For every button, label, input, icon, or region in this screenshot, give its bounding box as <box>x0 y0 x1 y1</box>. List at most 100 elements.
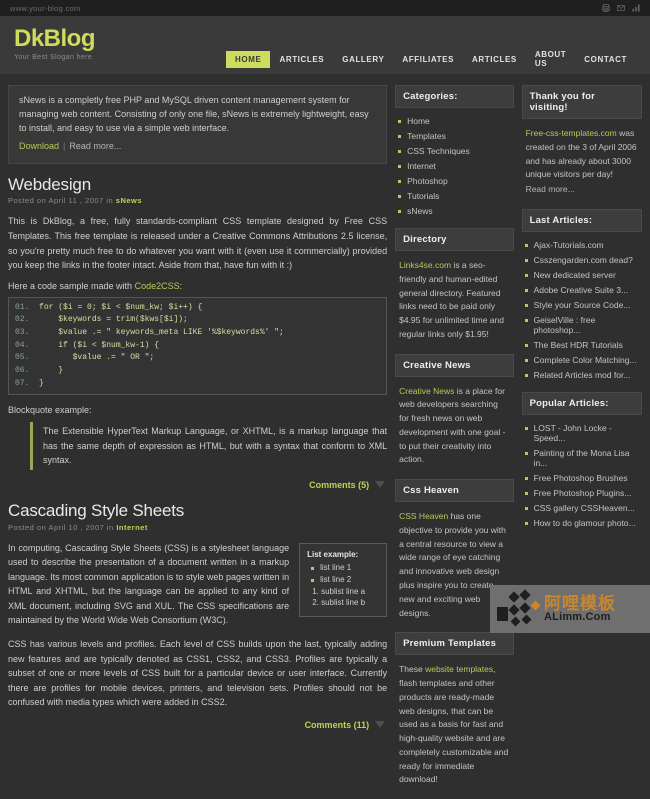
intro-text: sNews is a completly free PHP and MySQL … <box>19 95 369 133</box>
comments-bar[interactable]: Comments (5) <box>8 480 387 490</box>
premium-text-before: These <box>399 664 426 675</box>
nav-item-articles-1[interactable]: ARTICLES <box>270 51 333 68</box>
directory-link[interactable]: Links4se.com <box>399 260 451 270</box>
list-item[interactable]: Home <box>398 116 513 126</box>
watermark-text: 阿哩模板 ALimm.Com <box>544 595 616 623</box>
article-link[interactable]: The Best HDR Tutorials <box>534 340 623 350</box>
widget-directory: Directory Links4se.com is a seo-friendly… <box>395 228 514 342</box>
nav-item-contact-6[interactable]: CONTACT <box>575 51 636 68</box>
list-item[interactable]: Photoshop <box>398 176 513 186</box>
category-link[interactable]: Tutorials <box>407 191 439 201</box>
list-item[interactable]: CSS gallery CSSHeaven... <box>524 503 642 513</box>
article-link[interactable]: Free Photoshop Brushes <box>534 473 628 483</box>
article-link[interactable]: LOST - John Locke - Speed... <box>534 423 612 443</box>
post-webdesign: Webdesign Posted on April 11 , 2007 in s… <box>8 175 388 490</box>
list-item[interactable]: New dedicated server <box>524 270 642 280</box>
list-example-sublist: sublist line a sublist line b <box>307 587 379 607</box>
category-link[interactable]: sNews <box>407 206 433 216</box>
list-item[interactable]: LOST - John Locke - Speed... <box>524 423 642 443</box>
article-link[interactable]: Free Photoshop Plugins... <box>534 488 632 498</box>
read-more-link[interactable]: Read more... <box>526 183 638 197</box>
list-item[interactable]: Ajax-Tutorials.com <box>524 240 642 250</box>
print-icon[interactable] <box>602 4 610 12</box>
category-list[interactable]: Home Templates CSS Techniques Internet Photo… <box>395 116 513 216</box>
code-line: 06. } <box>15 365 64 375</box>
creative-news-link[interactable]: Creative News <box>399 386 454 396</box>
category-link[interactable]: Internet <box>407 161 436 171</box>
list-item[interactable]: Free Photoshop Plugins... <box>524 488 642 498</box>
blockquote: The Extensible HyperText Markup Language… <box>30 422 387 470</box>
nav-item-articles-4[interactable]: ARTICLES <box>463 51 526 68</box>
rss-icon[interactable] <box>632 4 640 12</box>
article-link[interactable]: Related Articles mod for... <box>534 370 631 380</box>
list-item[interactable]: Painting of the Mona Lisa in... <box>524 448 642 468</box>
post-title[interactable]: Webdesign <box>8 175 387 195</box>
chevron-down-icon[interactable] <box>375 721 386 729</box>
free-css-templates-link[interactable]: Free-css-templates.com <box>526 128 617 138</box>
list-item[interactable]: Templates <box>398 131 513 141</box>
comments-count[interactable]: Comments (11) <box>305 720 370 730</box>
category-link[interactable]: Templates <box>407 131 446 141</box>
article-link[interactable]: New dedicated server <box>534 270 616 280</box>
nav-item-home[interactable]: HOME <box>226 50 271 68</box>
article-link[interactable]: How to do glamour photo... <box>534 518 636 528</box>
widget-text: Free-css-templates.com was created on th… <box>522 127 642 197</box>
post-meta: Posted on April 11 , 2007 in sNews <box>8 196 387 205</box>
list-item[interactable]: Style your Source Code... <box>524 300 642 310</box>
list-item[interactable]: How to do glamour photo... <box>524 518 642 528</box>
read-more-link[interactable]: Read more... <box>69 141 121 151</box>
link-separator: | <box>63 140 66 151</box>
nav-item-affiliates-3[interactable]: AFFILIATES <box>393 51 463 68</box>
code-line: 02. $keywords = trim($kws[$i]); <box>15 315 188 325</box>
last-articles-list[interactable]: Ajax-Tutorials.com Csszengarden.com dead?… <box>522 240 642 380</box>
site-logo[interactable]: DkBlog <box>14 27 226 51</box>
download-link[interactable]: Download <box>19 141 59 151</box>
article-link[interactable]: Adobe Creative Suite 3... <box>534 285 629 295</box>
widget-title: Thank you for visiting! <box>521 85 642 119</box>
list-example-box: List example: list line 1 list line 2 sub… <box>299 542 388 617</box>
comments-bar[interactable]: Comments (11) <box>8 720 387 730</box>
category-link[interactable]: Photoshop <box>407 176 448 186</box>
diamond-grid-icon <box>495 589 541 629</box>
post-category-link[interactable]: Internet <box>116 523 148 532</box>
article-link[interactable]: Style your Source Code... <box>534 300 631 310</box>
category-link[interactable]: CSS Techniques <box>407 146 470 156</box>
site-slogan: Your Best Slogan here <box>14 54 93 61</box>
main-navigation[interactable]: HOME ARTICLES GALLERY AFFILIATES ARTICLES ABO… <box>226 46 636 72</box>
brand[interactable]: DkBlog Your Best Slogan here <box>14 27 226 62</box>
list-item[interactable]: Internet <box>398 161 513 171</box>
code-intro: Here a code sample made with Code2CSS: <box>8 280 183 291</box>
post-title[interactable]: Cascading Style Sheets <box>8 501 387 521</box>
article-link[interactable]: CSS gallery CSSHeaven... <box>534 503 635 513</box>
article-link[interactable]: Csszengarden.com dead? <box>534 255 633 265</box>
code-sample: 01. for ($i = 0; $i < $num_kw; $i++) {02… <box>8 296 388 396</box>
post-category-link[interactable]: sNews <box>116 196 142 205</box>
list-item[interactable]: CSS Techniques <box>398 146 513 156</box>
post-paragraph-2: CSS has various levels and profiles. Eac… <box>8 639 388 708</box>
list-item[interactable]: GeiselVille : free photoshop... <box>524 315 642 335</box>
css-heaven-link[interactable]: CSS Heaven <box>399 511 448 521</box>
nav-item-gallery-2[interactable]: GALLERY <box>333 51 393 68</box>
comments-count[interactable]: Comments (5) <box>309 480 369 490</box>
list-item[interactable]: Related Articles mod for... <box>524 370 642 380</box>
code2css-link[interactable]: Code2CSS <box>135 281 180 291</box>
code-line-number: 01. <box>15 302 40 312</box>
website-templates-link[interactable]: website templates <box>425 664 493 674</box>
popular-articles-list[interactable]: LOST - John Locke - Speed... Painting of … <box>522 423 642 528</box>
list-item[interactable]: Free Photoshop Brushes <box>524 473 642 483</box>
widget-title: Last Articles: <box>521 208 642 232</box>
list-item[interactable]: Adobe Creative Suite 3... <box>524 285 642 295</box>
category-link[interactable]: Home <box>407 116 430 126</box>
mail-icon[interactable] <box>617 4 625 12</box>
list-item[interactable]: sNews <box>398 206 513 216</box>
list-item[interactable]: Complete Color Matching... <box>524 355 642 365</box>
article-link[interactable]: Ajax-Tutorials.com <box>534 240 604 250</box>
list-item[interactable]: Csszengarden.com dead? <box>524 255 642 265</box>
article-link[interactable]: GeiselVille : free photoshop... <box>534 315 596 335</box>
article-link[interactable]: Painting of the Mona Lisa in... <box>534 448 630 468</box>
list-item[interactable]: Tutorials <box>398 191 513 201</box>
nav-item-about-us-5[interactable]: ABOUT US <box>526 46 575 72</box>
article-link[interactable]: Complete Color Matching... <box>534 355 637 365</box>
list-item[interactable]: The Best HDR Tutorials <box>524 340 642 350</box>
chevron-down-icon[interactable] <box>375 481 386 489</box>
